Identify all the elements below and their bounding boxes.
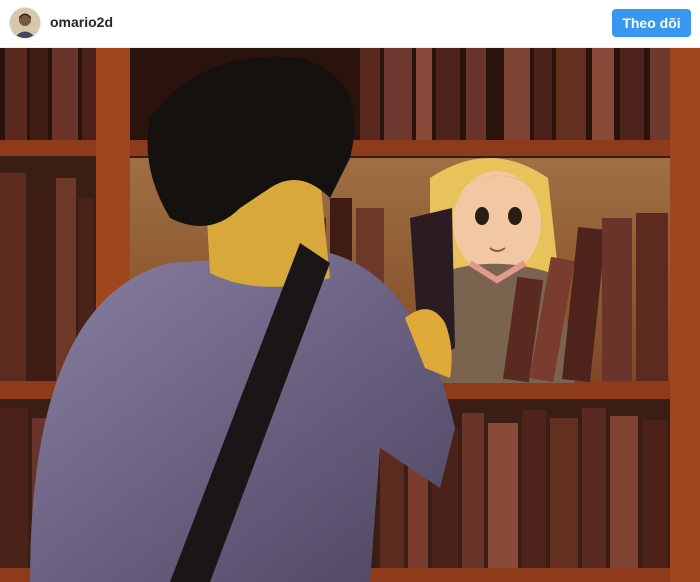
user-avatar-icon (10, 8, 40, 38)
post-header: omario2d Theo dõi (0, 0, 700, 48)
post-image[interactable] (0, 48, 700, 582)
follow-button[interactable]: Theo dõi (612, 9, 691, 37)
username[interactable]: omario2d (50, 14, 113, 30)
library-illustration (0, 48, 700, 582)
avatar[interactable] (10, 8, 40, 38)
